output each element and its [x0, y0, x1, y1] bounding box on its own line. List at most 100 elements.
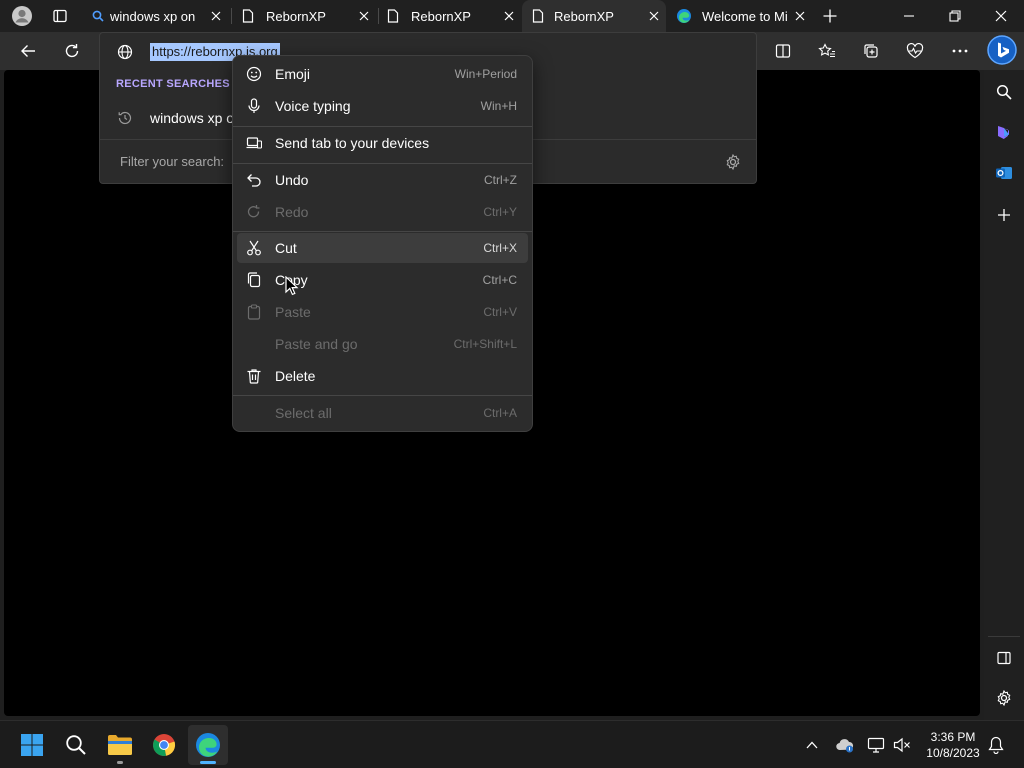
devices-icon	[245, 134, 263, 152]
search-icon	[86, 0, 110, 32]
collections-icon[interactable]	[855, 35, 887, 67]
tab-rebornxp-active[interactable]: RebornXP	[522, 0, 666, 32]
menu-item-label: Paste	[275, 304, 311, 320]
start-button[interactable]	[12, 725, 52, 765]
close-tab-icon[interactable]	[352, 0, 376, 32]
hide-sidebar-icon[interactable]	[992, 646, 1016, 670]
menu-item-send-tab[interactable]: Send tab to your devices	[237, 128, 528, 158]
more-options-icon[interactable]	[944, 35, 976, 67]
menu-item-label: Cut	[275, 240, 297, 256]
menu-item-shortcut: Ctrl+X	[483, 241, 517, 255]
back-icon[interactable]	[12, 35, 44, 67]
clock-time: 3:36 PM	[930, 730, 976, 744]
menu-item-copy[interactable]: Copy Ctrl+C	[237, 265, 528, 295]
search-settings-icon[interactable]	[723, 152, 743, 172]
browser-essentials-icon[interactable]	[899, 35, 931, 67]
edge-icon	[672, 0, 696, 32]
menu-item-shortcut: Ctrl+V	[483, 305, 517, 319]
menu-item-cut[interactable]: Cut Ctrl+X	[237, 233, 528, 263]
page-icon	[381, 0, 405, 32]
volume-muted-icon[interactable]	[892, 735, 912, 755]
menu-item-label: Delete	[275, 368, 316, 384]
menu-item-select-all: Select all Ctrl+A	[237, 398, 528, 428]
copilot-icon[interactable]	[992, 120, 1016, 144]
restore-icon[interactable]	[940, 4, 970, 28]
trash-icon	[245, 367, 263, 385]
globe-icon	[116, 43, 134, 61]
menu-item-undo[interactable]: Undo Ctrl+Z	[237, 165, 528, 195]
page-icon	[526, 0, 550, 32]
paste-icon	[245, 303, 263, 321]
close-window-icon[interactable]	[986, 4, 1016, 28]
network-icon[interactable]	[866, 735, 886, 755]
menu-item-shortcut: Ctrl+Y	[483, 205, 517, 219]
menu-item-shortcut: Ctrl+Shift+L	[453, 337, 517, 351]
add-sidebar-app-icon[interactable]	[992, 203, 1016, 227]
recent-searches-heading: RECENT SEARCHES	[116, 78, 230, 90]
menu-item-paste-and-go: Paste and go Ctrl+Shift+L	[237, 329, 528, 359]
menu-item-label: Undo	[275, 172, 309, 188]
menu-item-label: Select all	[275, 405, 332, 421]
tab-windows-xp-search[interactable]: windows xp on	[86, 0, 228, 32]
close-tab-icon[interactable]	[497, 0, 521, 32]
tab-label: windows xp on	[110, 8, 196, 24]
tab-rebornxp-1[interactable]: RebornXP	[236, 0, 376, 32]
menu-item-label: Voice typing	[275, 98, 351, 114]
menu-item-voice-typing[interactable]: Voice typing Win+H	[237, 91, 528, 121]
show-hidden-icons-icon[interactable]	[802, 735, 822, 755]
menu-item-redo: Redo Ctrl+Y	[237, 197, 528, 227]
scissors-icon	[245, 239, 263, 257]
tab-rebornxp-2[interactable]: RebornXP	[381, 0, 521, 32]
sidebar-settings-icon[interactable]	[992, 686, 1016, 710]
menu-item-label: Redo	[275, 204, 309, 220]
menu-item-label: Send tab to your devices	[275, 135, 430, 151]
history-icon	[116, 109, 134, 127]
menu-item-shortcut: Ctrl+Z	[484, 173, 517, 187]
edge-taskbar-icon[interactable]	[188, 725, 228, 765]
outlook-icon[interactable]	[992, 161, 1016, 185]
tab-label: Welcome to Mi	[702, 8, 788, 24]
close-tab-icon[interactable]	[788, 0, 812, 32]
microphone-icon	[245, 97, 263, 115]
new-tab-icon[interactable]	[818, 4, 842, 28]
redo-icon	[245, 203, 263, 221]
tab-label: RebornXP	[266, 8, 326, 24]
search-icon[interactable]	[992, 80, 1016, 104]
menu-item-label: Emoji	[275, 66, 311, 82]
close-tab-icon[interactable]	[642, 0, 666, 32]
context-menu: Emoji Win+Period Voice typing Win+H Send…	[232, 55, 533, 432]
tab-strip: windows xp on RebornXP RebornXP RebornXP…	[0, 0, 1024, 32]
copy-icon	[245, 271, 263, 289]
minimize-icon[interactable]	[894, 4, 924, 28]
taskbar: 3:36 PM 10/8/2023	[0, 720, 1024, 768]
close-tab-icon[interactable]	[204, 0, 228, 32]
notifications-icon[interactable]	[986, 735, 1006, 755]
chrome-icon[interactable]	[144, 725, 184, 765]
profile-avatar[interactable]	[8, 4, 36, 28]
onedrive-icon[interactable]	[834, 735, 856, 755]
mouse-cursor-icon	[285, 276, 299, 296]
tab-label: RebornXP	[411, 8, 471, 24]
menu-item-shortcut: Win+H	[480, 99, 517, 113]
recent-search-item[interactable]: windows xp o	[150, 110, 234, 126]
favorites-icon[interactable]	[811, 35, 843, 67]
undo-icon	[245, 171, 263, 189]
bing-copilot-icon[interactable]	[985, 33, 1019, 67]
tab-welcome-edge[interactable]: Welcome to Mi	[672, 0, 812, 32]
taskbar-search-icon[interactable]	[56, 725, 96, 765]
menu-item-paste: Paste Ctrl+V	[237, 297, 528, 327]
edge-sidebar	[984, 70, 1024, 720]
system-clock[interactable]: 3:36 PM 10/8/2023	[918, 729, 988, 761]
menu-item-shortcut: Ctrl+C	[482, 273, 517, 287]
menu-item-delete[interactable]: Delete	[237, 361, 528, 391]
file-explorer-icon[interactable]	[100, 725, 140, 765]
split-screen-icon[interactable]	[767, 35, 799, 67]
refresh-icon[interactable]	[56, 35, 88, 67]
filter-search-input[interactable]: Filter your search:	[120, 154, 224, 169]
menu-item-emoji[interactable]: Emoji Win+Period	[237, 59, 528, 89]
menu-item-shortcut: Win+Period	[454, 67, 517, 81]
page-icon	[236, 0, 260, 32]
menu-item-label: Paste and go	[275, 336, 358, 352]
tab-actions-icon[interactable]	[48, 4, 72, 28]
clock-date: 10/8/2023	[926, 746, 980, 760]
